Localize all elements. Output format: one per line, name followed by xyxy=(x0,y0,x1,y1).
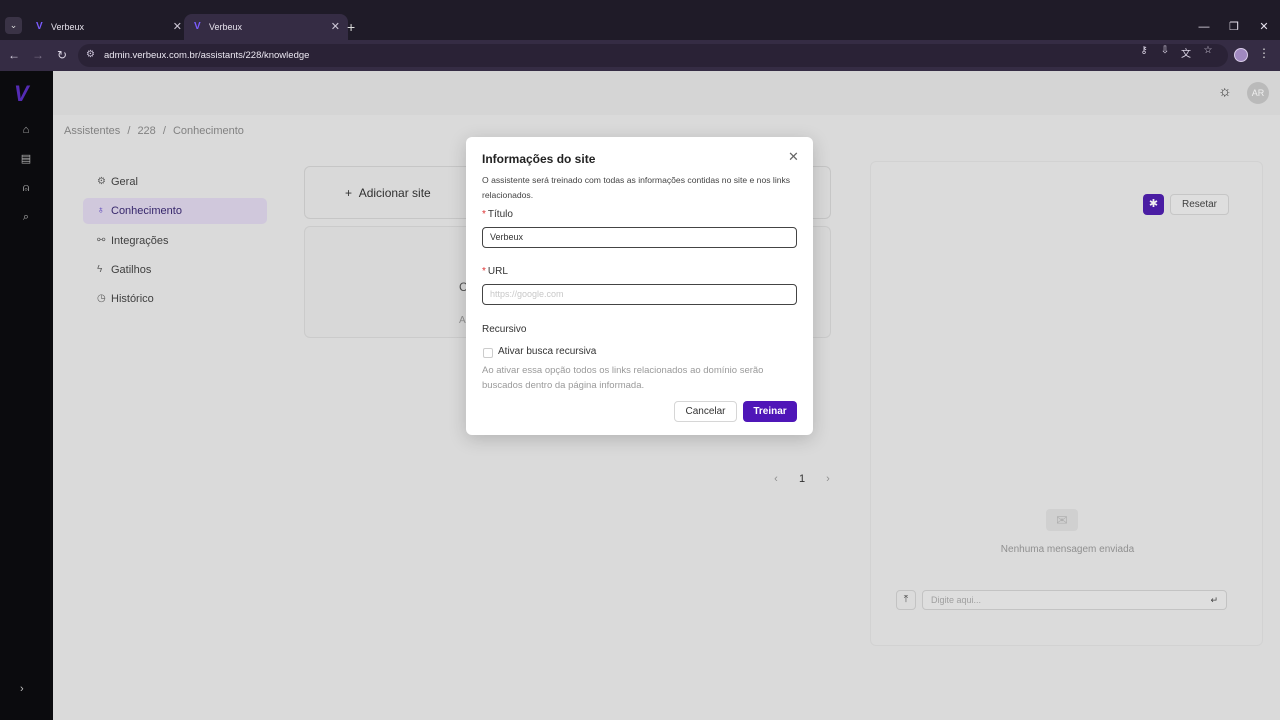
url-input[interactable]: https://google.com xyxy=(482,284,797,305)
profile-avatar[interactable] xyxy=(1234,48,1248,62)
url-text: admin.verbeux.com.br/assistants/228/know… xyxy=(104,50,310,61)
browser-toolbar: ← → ↻ ⚙ admin.verbeux.com.br/assistants/… xyxy=(0,40,1280,71)
address-bar[interactable]: ⚙ admin.verbeux.com.br/assistants/228/kn… xyxy=(78,44,1228,67)
close-icon[interactable]: ✕ xyxy=(788,149,799,165)
recursive-help-text: Ao ativar essa opção todos os links rela… xyxy=(482,365,764,391)
modal-title: Informações do site xyxy=(482,152,596,166)
required-marker: * xyxy=(482,266,486,277)
back-icon[interactable]: ← xyxy=(6,47,22,63)
bookmark-star-icon[interactable]: ☆ xyxy=(1201,45,1215,56)
tab-search-icon[interactable]: ⌄ xyxy=(5,17,22,34)
close-tab-icon[interactable]: ✕ xyxy=(331,14,340,40)
install-app-icon[interactable]: ⇩ xyxy=(1158,45,1172,56)
required-marker: * xyxy=(482,209,486,220)
forward-icon[interactable]: → xyxy=(30,47,46,63)
close-tab-icon[interactable]: ✕ xyxy=(173,14,182,40)
site-settings-icon[interactable]: ⚙ xyxy=(86,49,95,60)
translate-icon[interactable]: 文 xyxy=(1179,45,1193,60)
url-field-label: * URL xyxy=(482,266,508,277)
reload-icon[interactable]: ↻ xyxy=(54,47,70,63)
restore-icon[interactable]: ❐ xyxy=(1224,14,1244,40)
browser-tab-2[interactable]: V Verbeux ✕ xyxy=(184,14,348,40)
minimize-icon[interactable]: — xyxy=(1194,14,1214,40)
browser-tab-strip: ⌄ V Verbeux ✕ V Verbeux ✕ + — ❐ ✕ xyxy=(0,0,1280,40)
title-field-label: * Título xyxy=(482,209,513,220)
cancel-button[interactable]: Cancelar xyxy=(674,401,737,422)
browser-menu-icon[interactable]: ⋮ xyxy=(1258,46,1270,60)
browser-tab-1[interactable]: V Verbeux ✕ xyxy=(26,14,190,40)
title-label-text: Título xyxy=(487,209,513,220)
new-tab-icon[interactable]: + xyxy=(347,14,355,40)
site-info-modal: Informações do site ✕ O assistente será … xyxy=(466,137,813,435)
recursive-checkbox-label[interactable]: Ativar busca recursiva xyxy=(498,346,596,357)
tab-title: Verbeux xyxy=(209,22,243,32)
verbeux-favicon-icon: V xyxy=(36,21,43,32)
recursive-heading: Recursivo xyxy=(482,324,527,335)
verbeux-favicon-icon: V xyxy=(194,21,201,32)
tab-title: Verbeux xyxy=(51,22,85,32)
recursive-checkbox[interactable] xyxy=(483,348,493,358)
title-input[interactable]: Verbeux xyxy=(482,227,797,248)
password-key-icon[interactable]: ⚷ xyxy=(1137,45,1151,56)
train-button[interactable]: Treinar xyxy=(743,401,797,422)
modal-description: O assistente será treinado com todas as … xyxy=(482,175,791,200)
url-label-text: URL xyxy=(487,266,508,277)
close-window-icon[interactable]: ✕ xyxy=(1254,14,1274,40)
